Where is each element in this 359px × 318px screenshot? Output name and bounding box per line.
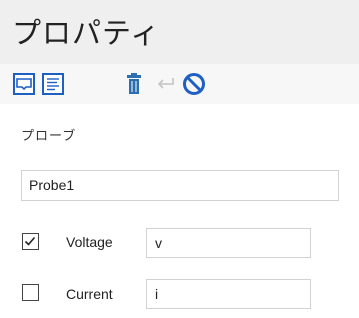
no-symbol-icon[interactable] xyxy=(182,72,206,96)
probe-name-input[interactable]: Probe1 xyxy=(21,170,339,201)
voltage-checkbox[interactable] xyxy=(22,233,39,250)
panel-title: プロパティ xyxy=(12,16,161,50)
properties-panel: プロパティ プローブ Probe1 Voltage v Current i xyxy=(0,0,359,318)
toolbar xyxy=(0,64,359,104)
trash-icon[interactable] xyxy=(127,73,141,95)
checkmark-icon xyxy=(24,236,36,246)
list-view-button[interactable] xyxy=(42,73,64,95)
current-checkbox[interactable] xyxy=(22,284,39,301)
list-view-icon xyxy=(47,78,59,91)
panel-view-icon xyxy=(16,78,32,91)
return-arrow-icon[interactable] xyxy=(155,73,177,95)
voltage-value-input[interactable]: v xyxy=(146,228,311,258)
probe-section-label: プローブ xyxy=(21,129,77,144)
title-bar: プロパティ xyxy=(0,0,359,64)
panel-view-button[interactable] xyxy=(13,73,35,95)
current-value-input[interactable]: i xyxy=(146,279,311,309)
voltage-label: Voltage xyxy=(66,234,113,250)
current-label: Current xyxy=(66,286,113,302)
